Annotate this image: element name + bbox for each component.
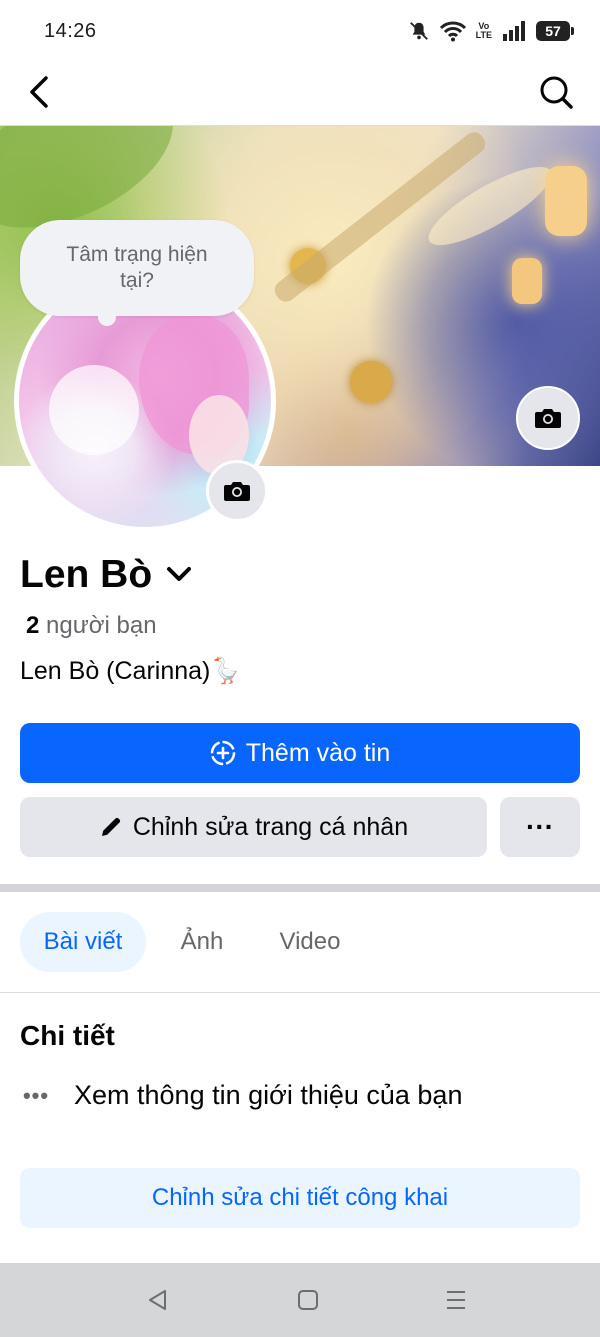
profile-bio: Len Bò (Carinna)🪿 — [20, 657, 242, 685]
camera-icon — [224, 482, 250, 501]
volte-icon: Vo LTE — [475, 21, 492, 40]
edit-cover-photo-button[interactable] — [516, 386, 580, 450]
about-info-label: Xem thông tin giới thiệu của bạn — [74, 1080, 463, 1110]
friend-count-number: 2 — [26, 612, 40, 639]
about-info-link[interactable]: ••• Xem thông tin giới thiệu của bạn — [20, 1080, 463, 1111]
edit-public-details-label: Chỉnh sửa chi tiết công khai — [151, 1184, 449, 1211]
details-title: Chi tiết — [20, 1020, 115, 1051]
add-to-story-label: Thêm vào tin — [245, 738, 391, 767]
more-icon: ··· — [526, 811, 554, 842]
wifi-icon — [439, 21, 466, 42]
chevron-down-icon — [167, 567, 192, 581]
tab-posts-label: Bài viết — [43, 928, 123, 955]
friends-count[interactable]: 2 người bạn — [26, 612, 157, 640]
friend-count-label: người bạn — [46, 612, 157, 639]
search-button[interactable] — [536, 72, 576, 112]
tab-videos[interactable]: Video — [262, 912, 358, 972]
pencil-icon — [101, 817, 121, 836]
back-button[interactable] — [22, 72, 58, 112]
battery-icon: 57 — [536, 21, 574, 41]
chevron-left-icon — [30, 76, 48, 108]
section-divider — [0, 884, 600, 892]
mood-prompt-text: Tâm trạng hiện tại? — [66, 243, 208, 292]
more-options-button[interactable]: ··· — [500, 797, 580, 857]
signal-icon — [503, 21, 525, 41]
status-icons: Vo LTE 57 — [408, 20, 574, 42]
edit-avatar-button[interactable] — [206, 460, 268, 522]
bell-muted-icon — [409, 22, 428, 40]
nav-menu-icon[interactable] — [444, 1288, 468, 1312]
tab-photos[interactable]: Ảnh — [162, 912, 242, 972]
profile-name-switcher[interactable]: Len Bò — [20, 553, 192, 597]
add-story-icon — [210, 740, 235, 766]
add-to-story-button[interactable]: Thêm vào tin — [20, 723, 580, 783]
nav-home-icon[interactable] — [296, 1288, 320, 1312]
search-icon — [540, 76, 573, 109]
status-time: 14:26 — [44, 20, 97, 42]
camera-icon — [535, 409, 561, 428]
edit-profile-label: Chỉnh sửa trang cá nhân — [132, 812, 409, 841]
nav-back-icon[interactable] — [146, 1288, 170, 1312]
more-dots-icon: ••• — [22, 1082, 50, 1108]
system-nav-bar — [0, 1263, 600, 1337]
profile-name: Len Bò — [20, 553, 153, 596]
edit-public-details-button[interactable]: Chỉnh sửa chi tiết công khai — [20, 1168, 580, 1228]
tab-posts[interactable]: Bài viết — [20, 912, 146, 972]
tab-videos-label: Video — [279, 928, 341, 955]
edit-profile-button[interactable]: Chỉnh sửa trang cá nhân — [20, 797, 487, 857]
tab-photos-label: Ảnh — [180, 928, 224, 955]
status-bar: 14:26 Vo LTE 57 — [0, 0, 600, 64]
mood-prompt-bubble[interactable]: Tâm trạng hiện tại? — [20, 220, 254, 326]
tabs-divider — [0, 992, 600, 993]
battery-level: 57 — [545, 23, 561, 39]
